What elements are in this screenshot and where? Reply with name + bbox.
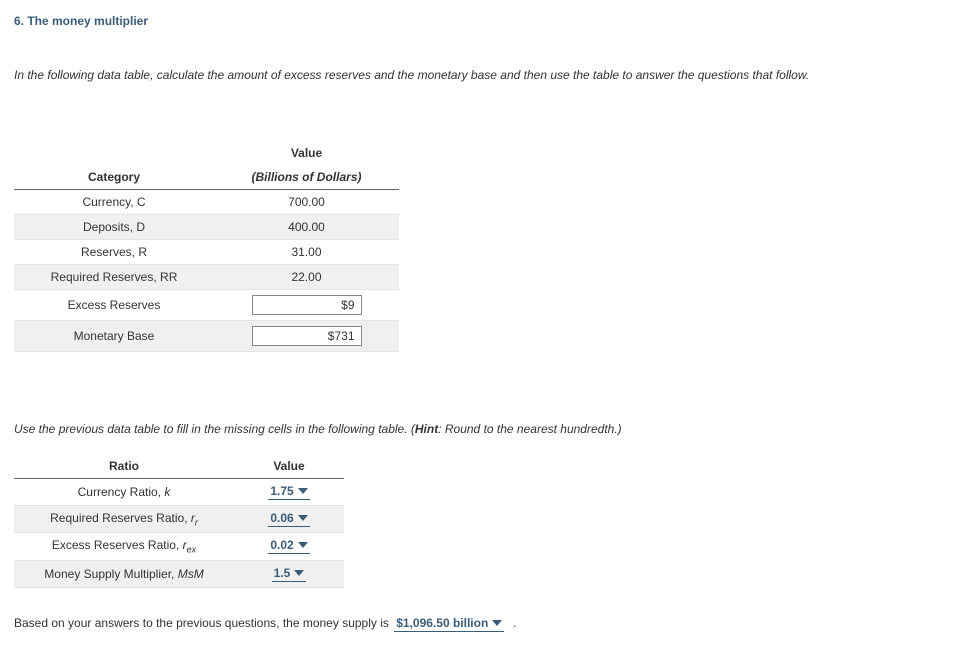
instructions-2: Use the previous data table to fill in t… xyxy=(14,422,946,436)
table-row: Reserves, R 31.00 xyxy=(14,239,399,264)
table-row: Required Reserves, RR 22.00 xyxy=(14,264,399,289)
value-subheader: (Billions of Dollars) xyxy=(214,165,399,190)
table-row: Currency Ratio, k 1.75 xyxy=(14,478,344,505)
chevron-down-icon xyxy=(294,570,304,576)
table-row: Currency, C 700.00 xyxy=(14,189,399,214)
table-row: Monetary Base $731 xyxy=(14,320,399,351)
money-supply-dropdown[interactable]: $1,096.50 billion xyxy=(394,616,504,632)
row-value: 31.00 xyxy=(214,239,399,264)
chevron-down-icon xyxy=(298,515,308,521)
row-label: Excess Reserves xyxy=(14,289,214,320)
row-value: 22.00 xyxy=(214,264,399,289)
row-label: Reserves, R xyxy=(14,239,214,264)
category-header: Category xyxy=(14,165,214,190)
table-row: Required Reserves Ratio, rr 0.06 xyxy=(14,505,344,532)
currency-ratio-dropdown[interactable]: 1.75 xyxy=(268,484,309,500)
instructions-1: In the following data table, calculate t… xyxy=(14,64,946,87)
row-label: Currency, C xyxy=(14,189,214,214)
table-row: Deposits, D 400.00 xyxy=(14,214,399,239)
row-label: Deposits, D xyxy=(14,214,214,239)
chevron-down-icon xyxy=(492,620,502,626)
row-label: Required Reserves Ratio, rr xyxy=(14,505,234,532)
chevron-down-icon xyxy=(298,542,308,548)
table-row: Excess Reserves Ratio, rex 0.02 xyxy=(14,533,344,560)
table-row: Excess Reserves $9 xyxy=(14,289,399,320)
table-row: Money Supply Multiplier, MsM 1.5 xyxy=(14,560,344,587)
final-sentence: Based on your answers to the previous qu… xyxy=(14,616,946,632)
row-value: 400.00 xyxy=(214,214,399,239)
row-value: 700.00 xyxy=(214,189,399,214)
ratio-header: Ratio xyxy=(14,454,234,479)
question-title: 6. The money multiplier xyxy=(14,14,946,28)
row-label: Money Supply Multiplier, MsM xyxy=(14,560,234,587)
excess-reserves-ratio-dropdown[interactable]: 0.02 xyxy=(268,538,309,554)
row-label: Currency Ratio, k xyxy=(14,478,234,505)
value-header: Value xyxy=(234,454,344,479)
money-supply-multiplier-dropdown[interactable]: 1.5 xyxy=(272,566,307,582)
data-table-1: Value Category (Billions of Dollars) Cur… xyxy=(14,141,399,352)
value-header: Value xyxy=(214,141,399,165)
row-label: Required Reserves, RR xyxy=(14,264,214,289)
required-reserves-ratio-dropdown[interactable]: 0.06 xyxy=(268,511,309,527)
row-label: Monetary Base xyxy=(14,320,214,351)
excess-reserves-input[interactable]: $9 xyxy=(252,295,362,315)
chevron-down-icon xyxy=(298,488,308,494)
row-label: Excess Reserves Ratio, rex xyxy=(14,533,234,560)
monetary-base-input[interactable]: $731 xyxy=(252,326,362,346)
data-table-2: Ratio Value Currency Ratio, k 1.75 Requi… xyxy=(14,454,344,588)
